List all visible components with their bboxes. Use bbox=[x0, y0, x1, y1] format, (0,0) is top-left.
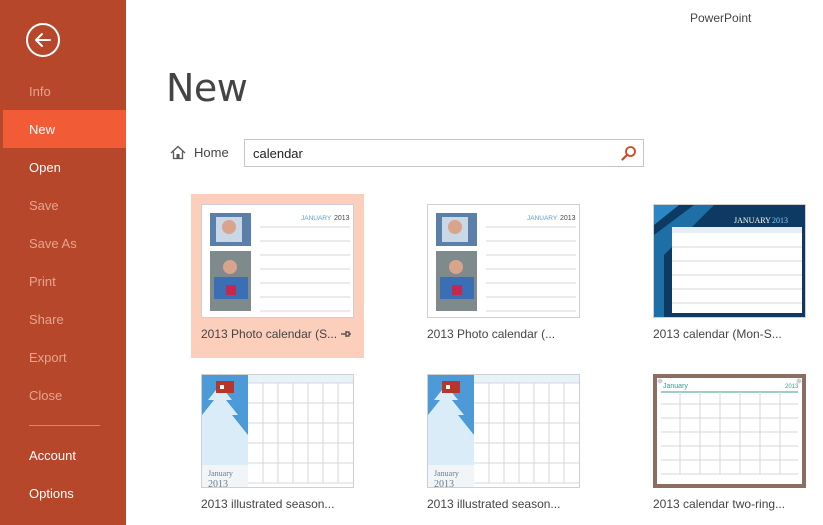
home-icon bbox=[170, 145, 186, 160]
backstage-sidebar: Info New Open Save Save As Print Share E… bbox=[0, 0, 126, 525]
thumb-year: 2013 bbox=[208, 479, 228, 488]
thumb-month: JANUARY bbox=[734, 216, 771, 225]
search-icon[interactable] bbox=[621, 145, 637, 161]
home-link[interactable]: Home bbox=[170, 145, 229, 160]
template-thumbnail: JANUARY 2013 bbox=[427, 204, 580, 318]
template-tile-3[interactable]: JANUARY 2013 2013 calendar (Mon-S... bbox=[643, 194, 823, 358]
template-thumbnail: JANUARY 2013 bbox=[653, 204, 806, 318]
thumb-year: 2013 bbox=[772, 216, 788, 225]
template-label: 2013 Photo calendar (S... bbox=[201, 327, 337, 341]
thumb-month: January bbox=[434, 469, 459, 478]
nav-save-as[interactable]: Save As bbox=[0, 224, 126, 262]
nav-share[interactable]: Share bbox=[0, 300, 126, 338]
template-search-box bbox=[244, 139, 644, 167]
thumb-year: 2013 bbox=[334, 215, 350, 222]
nav-export[interactable]: Export bbox=[0, 338, 126, 376]
template-thumbnail: January 2013 bbox=[653, 374, 806, 488]
back-button[interactable] bbox=[26, 23, 60, 57]
template-label: 2013 calendar (Mon-S... bbox=[653, 327, 782, 341]
nav-save[interactable]: Save bbox=[0, 186, 126, 224]
thumb-year: 2013 bbox=[560, 215, 576, 222]
nav-info[interactable]: Info bbox=[0, 72, 126, 110]
nav-close[interactable]: Close bbox=[0, 376, 126, 414]
template-label: 2013 Photo calendar (... bbox=[427, 327, 556, 341]
template-label: 2013 illustrated season... bbox=[427, 497, 561, 511]
app-name: PowerPoint bbox=[690, 11, 752, 25]
home-label: Home bbox=[194, 145, 229, 160]
template-tile-5[interactable]: January 2013 2013 illustrated season... bbox=[417, 364, 590, 525]
powerpoint-backstage: Info New Open Save Save As Print Share E… bbox=[0, 0, 823, 525]
thumb-year: 2013 bbox=[785, 384, 799, 390]
template-tile-1[interactable]: JANUARY 2013 2013 Photo calendar (S... bbox=[191, 194, 364, 358]
nav-print[interactable]: Print bbox=[0, 262, 126, 300]
nav-open[interactable]: Open bbox=[0, 148, 126, 186]
template-thumbnail: JANUARY 2013 bbox=[201, 204, 354, 318]
nav-account[interactable]: Account bbox=[0, 436, 126, 474]
template-tile-4[interactable]: January 2013 2013 illustrated season... bbox=[191, 364, 364, 525]
nav-separator bbox=[29, 425, 100, 426]
pin-icon[interactable] bbox=[340, 328, 352, 340]
template-label: 2013 illustrated season... bbox=[201, 497, 335, 511]
thumb-month: January bbox=[663, 383, 688, 390]
template-thumbnail: January 2013 bbox=[427, 374, 580, 488]
template-label: 2013 calendar two-ring... bbox=[653, 497, 786, 511]
thumb-year: 2013 bbox=[434, 479, 454, 488]
template-thumbnail: January 2013 bbox=[201, 374, 354, 488]
search-input[interactable] bbox=[253, 144, 613, 162]
thumb-month: JANUARY bbox=[527, 215, 558, 222]
template-tile-6[interactable]: January 2013 2013 calendar two-ring... bbox=[643, 364, 823, 525]
nav-options[interactable]: Options bbox=[0, 474, 126, 512]
nav-new[interactable]: New bbox=[3, 110, 126, 148]
template-tile-2[interactable]: JANUARY 2013 2013 Photo calendar (... bbox=[417, 194, 590, 358]
thumb-month: JANUARY bbox=[301, 215, 332, 222]
back-arrow-icon bbox=[35, 33, 51, 47]
thumb-month: January bbox=[208, 469, 233, 478]
page-title: New bbox=[166, 66, 248, 110]
